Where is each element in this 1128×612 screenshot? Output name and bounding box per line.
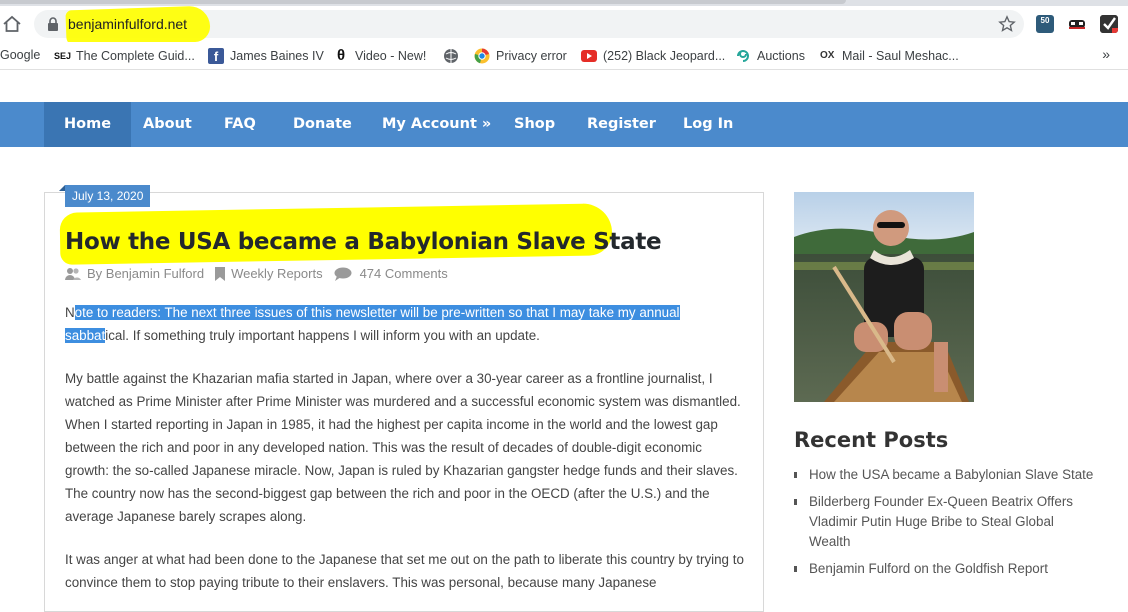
outlook-icon: OX	[820, 50, 835, 61]
bookmarks-overflow-button[interactable]: »	[1102, 46, 1110, 62]
note-text-start: N	[65, 305, 75, 320]
comments-icon	[334, 267, 352, 281]
bookmark-label: (252) Black Jeopard...	[603, 49, 726, 63]
nav-my-account[interactable]: My Account »	[362, 102, 511, 147]
selected-text-continued[interactable]: sabbat	[65, 328, 106, 343]
bookmark-black-jeopardy[interactable]: (252) Black Jeopard...	[581, 48, 725, 64]
post-comments-link[interactable]: 474 Comments	[360, 266, 448, 281]
paragraph-body-2: It was anger at what had been done to th…	[65, 552, 744, 590]
bookmark-complete-guide[interactable]: SEJ The Complete Guid...	[54, 48, 195, 64]
bookmark-label: The Complete Guid...	[76, 49, 195, 63]
theta-icon: θ	[336, 47, 346, 64]
nav-faq[interactable]: FAQ	[204, 102, 276, 147]
bookmark-label: James Baines IV	[230, 49, 324, 63]
extension-badge-icon[interactable]: 50	[1036, 15, 1054, 33]
bookmarks-bar: Google SEJ The Complete Guid... f James …	[0, 42, 1128, 70]
recent-post-link[interactable]: Benjamin Fulford on the Goldfish Report	[794, 559, 1094, 579]
lock-icon[interactable]	[46, 16, 60, 32]
nav-register[interactable]: Register	[567, 102, 676, 147]
globe-icon	[444, 49, 458, 63]
post-meta: By Benjamin Fulford Weekly Reports 474 C…	[65, 266, 448, 281]
note-text-end: ical. If something truly important happe…	[105, 328, 540, 343]
author-photo[interactable]	[794, 192, 974, 402]
bookmark-mail[interactable]: OX Mail - Saul Meshac...	[820, 48, 959, 64]
bookmark-star-icon[interactable]	[998, 15, 1016, 33]
mask-extension-icon[interactable]	[1068, 15, 1086, 33]
bookmark-auctions[interactable]: Auctions	[735, 48, 805, 64]
checkmark-extension-icon[interactable]	[1100, 15, 1118, 33]
youtube-icon	[581, 50, 597, 62]
chrome-icon	[474, 48, 490, 64]
main-navigation: Home About FAQ Donate My Account » Shop …	[0, 102, 1128, 147]
facebook-icon: f	[208, 48, 224, 64]
bookmark-google[interactable]: Google	[0, 48, 40, 62]
nav-log-in[interactable]: Log In	[663, 102, 753, 147]
address-bar[interactable]: benjaminfulford.net	[34, 5, 1024, 47]
nav-about[interactable]: About	[123, 102, 212, 147]
recent-post-link[interactable]: How the USA became a Babylonian Slave St…	[794, 465, 1094, 485]
post-title[interactable]: How the USA became a Babylonian Slave St…	[65, 229, 662, 255]
nav-donate[interactable]: Donate	[273, 102, 372, 147]
sej-icon: SEJ	[54, 51, 72, 61]
bookmark-label: Video - New!	[355, 49, 427, 63]
bookmark-video-new[interactable]: θ Video - New!	[333, 48, 426, 64]
browser-toolbar: benjaminfulford.net 50	[0, 5, 1128, 47]
selected-text[interactable]: ote to readers: The next three issues of…	[74, 305, 680, 320]
post-category[interactable]: Weekly Reports	[231, 266, 323, 281]
nav-shop[interactable]: Shop	[494, 102, 575, 147]
bookmark-globe[interactable]	[443, 48, 459, 64]
recent-post-link[interactable]: Bilderberg Founder Ex-Queen Beatrix Offe…	[794, 492, 1094, 552]
bookmark-icon	[215, 266, 226, 281]
bookmark-label: Auctions	[757, 49, 805, 63]
bookmark-james-baines[interactable]: f James Baines IV	[208, 48, 324, 64]
home-icon[interactable]	[2, 14, 22, 34]
extension-badge-count: 50	[1040, 16, 1050, 25]
active-tab-edge	[0, 0, 846, 4]
url-text[interactable]: benjaminfulford.net	[68, 16, 187, 32]
post-date-badge: July 13, 2020	[58, 185, 151, 207]
bookmark-privacy-error[interactable]: Privacy error	[474, 48, 567, 64]
paragraph-body-1: My battle against the Khazarian mafia st…	[65, 371, 741, 524]
recent-posts-heading: Recent Posts	[794, 428, 949, 452]
post-author[interactable]: By Benjamin Fulford	[87, 266, 204, 281]
recent-posts-list: How the USA became a Babylonian Slave St…	[794, 465, 1094, 586]
bookmark-label: Privacy error	[496, 49, 567, 63]
bookmark-label: Mail - Saul Meshac...	[842, 49, 959, 63]
auction-icon	[737, 50, 749, 62]
bookmark-label: Google	[0, 48, 41, 62]
paragraph-note: Note to readers: The next three issues o…	[65, 301, 745, 347]
nav-home[interactable]: Home	[44, 102, 132, 147]
users-icon	[65, 267, 81, 280]
